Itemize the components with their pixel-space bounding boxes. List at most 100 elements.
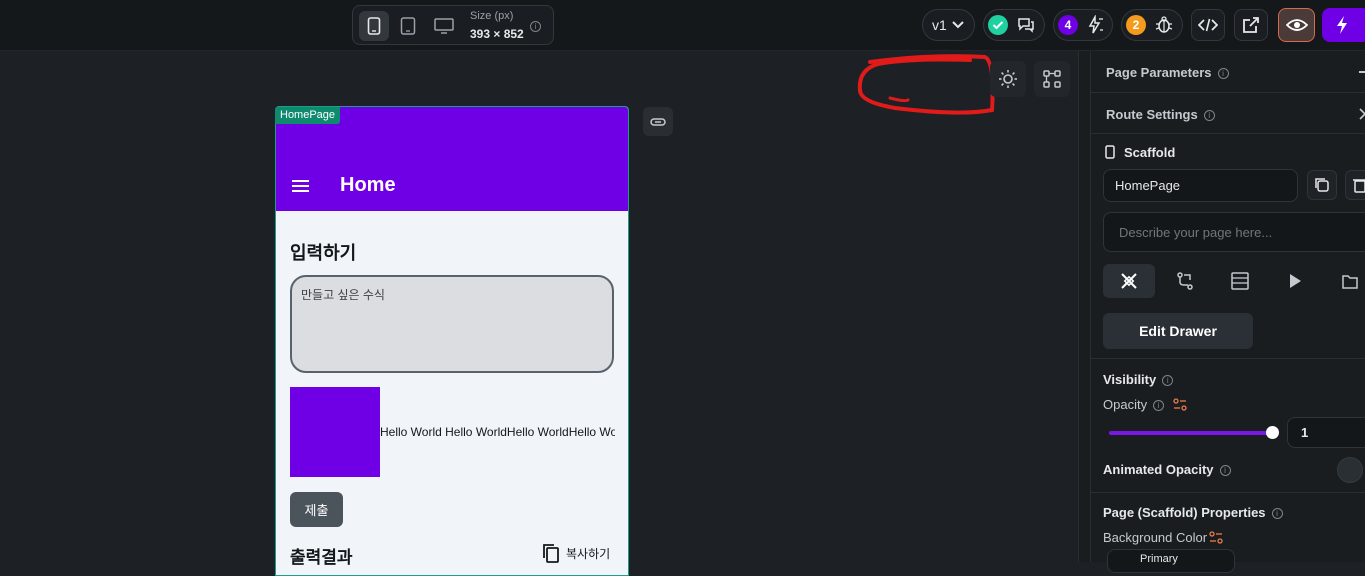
- opacity-slider[interactable]: [1109, 431, 1271, 435]
- info-icon: i: [1203, 110, 1215, 122]
- property-tabs: [1103, 264, 1365, 298]
- info-icon: i: [1153, 400, 1165, 412]
- copy-label: 복사하기: [566, 546, 611, 561]
- comments-icon: [1018, 18, 1034, 33]
- collapse-icon[interactable]: [1359, 71, 1365, 73]
- edit-drawer-label: Edit Drawer: [1139, 323, 1217, 339]
- widget-tree-button[interactable]: [1034, 61, 1070, 97]
- page-name-tag: HomePage: [275, 107, 341, 124]
- opacity-label: Opacity: [1103, 397, 1148, 412]
- preview-toggle-button[interactable]: [1278, 8, 1315, 42]
- trash-icon: [1353, 179, 1365, 193]
- divider: [1091, 358, 1365, 359]
- hello-world-text: Hello World Hello WorldHello WorldHello …: [380, 425, 615, 439]
- page-parameters-title: Page Parameters: [1106, 65, 1212, 80]
- nodes-icon: [1043, 70, 1061, 88]
- info-icon: i: [530, 18, 541, 36]
- canvas-scrollbar[interactable]: [1078, 51, 1090, 562]
- animated-opacity-label: Animated Opacity: [1103, 462, 1214, 477]
- tablet-device-button[interactable]: [393, 11, 423, 41]
- background-color-label: Background Color: [1103, 530, 1208, 545]
- warnings-count: 4: [1058, 15, 1078, 35]
- tab-actions[interactable]: [1159, 264, 1211, 298]
- device-selector: Size (px) 393 × 852 i: [352, 5, 554, 45]
- folder-icon: [1342, 275, 1358, 289]
- theme-toggle-button[interactable]: [990, 61, 1026, 97]
- variable-binding-icon[interactable]: [1209, 531, 1223, 545]
- opacity-input[interactable]: 1: [1287, 417, 1365, 448]
- phone-icon: [1105, 145, 1115, 159]
- duplicate-icon: [1315, 178, 1329, 192]
- animated-opacity-toggle[interactable]: [1337, 457, 1363, 483]
- copy-button[interactable]: 복사하기: [542, 543, 610, 563]
- sun-icon: [999, 70, 1017, 88]
- code-view-button[interactable]: [1191, 9, 1225, 41]
- close-icon[interactable]: [1359, 108, 1365, 120]
- opacity-slider-thumb[interactable]: [1266, 426, 1279, 439]
- play-icon: [1290, 274, 1301, 288]
- tab-properties[interactable]: [1103, 264, 1155, 298]
- link-button[interactable]: [643, 107, 673, 136]
- info-icon: i: [1271, 508, 1283, 520]
- hamburger-menu-icon[interactable]: [291, 179, 311, 193]
- link-icon: [650, 117, 666, 126]
- page-parameters-row[interactable]: Page Parameters i: [1091, 51, 1365, 93]
- output-heading: 출력결과: [290, 548, 353, 567]
- version-dropdown[interactable]: v1: [922, 9, 975, 41]
- purple-container: [290, 387, 380, 477]
- tab-state[interactable]: [1324, 264, 1365, 298]
- tools-icon: [1121, 273, 1137, 289]
- tab-animations[interactable]: [1269, 264, 1321, 298]
- tab-backend-query[interactable]: [1214, 264, 1266, 298]
- code-icon: [1198, 18, 1218, 32]
- check-icon: [988, 15, 1008, 35]
- page-description-input[interactable]: Describe your page here...: [1103, 212, 1365, 252]
- external-link-icon: [1243, 17, 1259, 33]
- warnings-pill[interactable]: 4: [1053, 9, 1113, 41]
- edit-drawer-button[interactable]: Edit Drawer: [1103, 313, 1253, 349]
- info-icon: i: [1219, 465, 1231, 477]
- desktop-icon: [434, 18, 454, 34]
- description-placeholder: Describe your page here...: [1119, 225, 1273, 240]
- duplicate-page-button[interactable]: [1307, 170, 1337, 200]
- bug-icon: [1155, 16, 1173, 33]
- version-label: v1: [932, 17, 947, 33]
- red-annotation-scribble: [857, 54, 995, 115]
- tablet-icon: [400, 17, 416, 35]
- phone-device-button[interactable]: [359, 11, 389, 41]
- route-settings-row[interactable]: Route Settings i: [1091, 93, 1365, 134]
- size-label: Size (px): [470, 10, 514, 22]
- flow-icon: [1177, 272, 1193, 290]
- run-button[interactable]: [1322, 8, 1365, 42]
- status-pill[interactable]: [983, 9, 1045, 41]
- desktop-device-button[interactable]: [429, 11, 459, 41]
- copy-icon: [543, 544, 559, 563]
- info-icon: i: [1217, 68, 1229, 80]
- textarea-placeholder: 만들고 싶은 수식: [301, 288, 385, 302]
- lightning-bolt-icon: [1337, 16, 1347, 34]
- chevron-down-icon: [952, 21, 964, 29]
- scaffold-label: Scaffold: [1124, 145, 1176, 160]
- page-name-input[interactable]: HomePage: [1103, 169, 1298, 202]
- server-icon: [1231, 272, 1249, 290]
- open-external-button[interactable]: [1234, 9, 1268, 41]
- input-heading: 입력하기: [290, 243, 357, 263]
- background-color-select[interactable]: Primary: [1107, 549, 1235, 573]
- background-color-value: Primary: [1140, 553, 1178, 565]
- size-value: 393 × 852: [470, 27, 524, 41]
- variable-binding-icon[interactable]: [1173, 398, 1187, 412]
- eye-icon: [1285, 19, 1308, 31]
- phone-preview[interactable]: Home 입력하기 만들고 싶은 수식 Hello World Hello Wo…: [275, 106, 629, 576]
- info-icon: i: [1162, 375, 1174, 387]
- route-settings-title: Route Settings: [1106, 107, 1198, 122]
- submit-button[interactable]: 제출: [290, 492, 343, 527]
- errors-count: 2: [1126, 15, 1146, 35]
- phone-icon: [367, 17, 381, 35]
- visibility-title: Visibility: [1103, 372, 1157, 387]
- formula-textarea[interactable]: 만들고 싶은 수식: [290, 275, 614, 373]
- appbar-title: Home: [340, 174, 396, 196]
- errors-pill[interactable]: 2: [1121, 9, 1183, 41]
- top-toolbar: Size (px) 393 × 852 i v1 4 2: [0, 0, 1365, 51]
- delete-page-button[interactable]: [1345, 170, 1365, 200]
- scaffold-properties-title: Page (Scaffold) Properties: [1103, 505, 1266, 520]
